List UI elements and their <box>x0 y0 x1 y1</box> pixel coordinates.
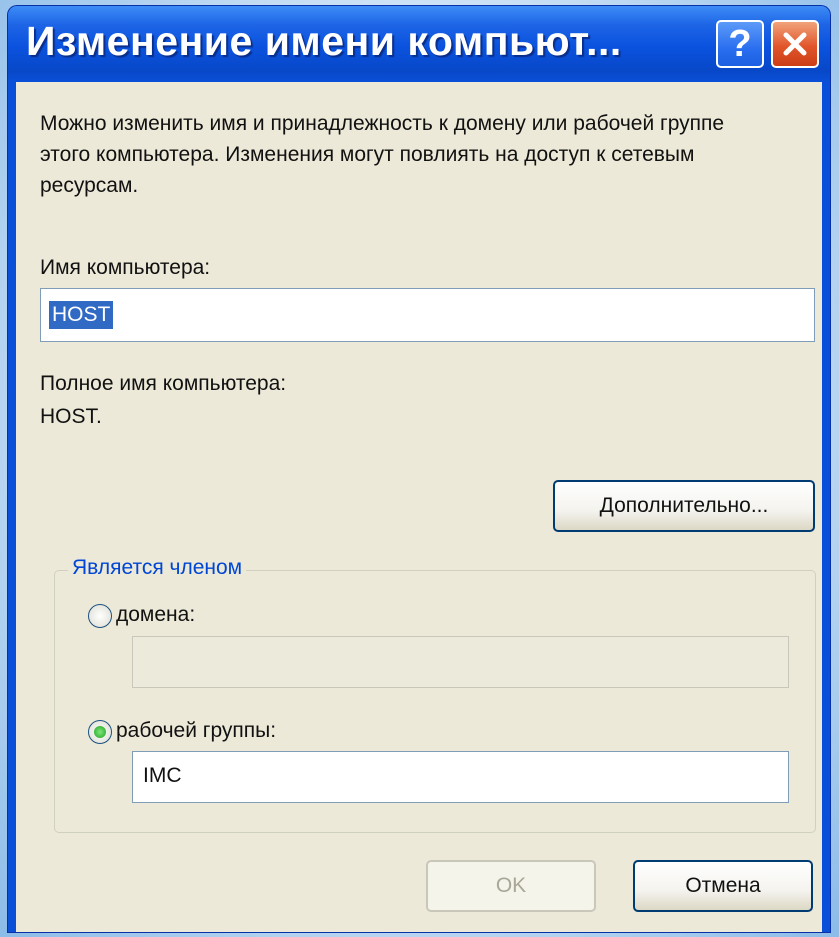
domain-label: домена: <box>116 603 196 626</box>
workgroup-radio[interactable] <box>88 720 112 744</box>
workgroup-value: IMC <box>143 764 182 787</box>
close-button[interactable] <box>771 20 819 68</box>
title-bar[interactable]: Изменение имени компьют... ? <box>8 6 830 82</box>
member-of-legend: Является членом <box>68 556 247 580</box>
full-name-value: HOST. <box>40 405 102 428</box>
help-icon: ? <box>728 23 752 65</box>
dialog-body: Можно изменить имя и принадлежность к до… <box>16 82 822 932</box>
computer-name-dialog: Изменение имени компьют... ? Можно измен… <box>8 6 830 932</box>
close-icon <box>783 32 807 56</box>
dialog-title: Изменение имени компьют... <box>26 18 622 64</box>
computer-name-value: HOST <box>49 301 114 329</box>
domain-input <box>132 636 789 688</box>
computer-name-label: Имя компьютера: <box>40 256 211 279</box>
intro-text: Можно изменить имя и принадлежность к до… <box>40 112 725 197</box>
full-name-label: Полное имя компьютера: <box>40 372 287 395</box>
cancel-button[interactable]: Отмена <box>633 860 813 912</box>
ok-button[interactable]: OK <box>426 860 596 912</box>
more-button[interactable]: Дополнительно... <box>553 480 815 532</box>
radio-selected-dot <box>94 726 106 738</box>
workgroup-label: рабочей группы: <box>116 719 277 742</box>
help-button[interactable]: ? <box>716 20 764 68</box>
workgroup-input[interactable]: IMC <box>132 751 789 803</box>
computer-name-input[interactable]: HOST <box>40 288 815 342</box>
domain-radio[interactable] <box>88 604 112 628</box>
